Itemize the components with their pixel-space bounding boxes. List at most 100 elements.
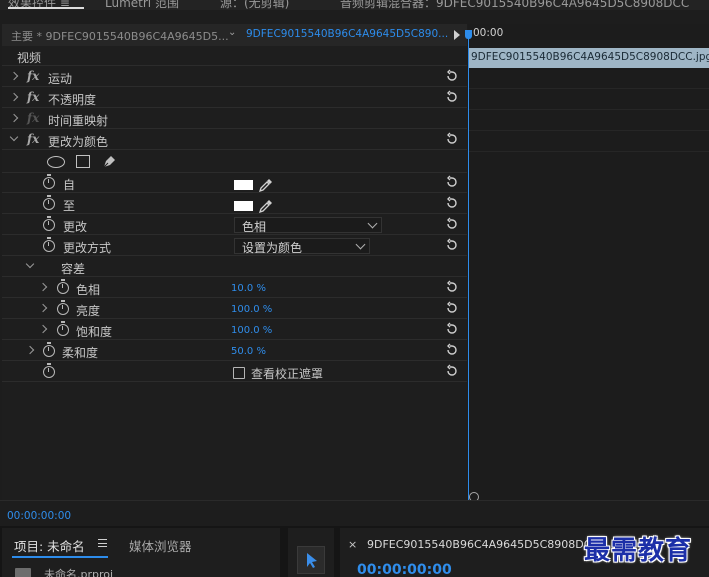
tab-sequence[interactable]: 9DFEC9015540B96C4A9645D5C8908DCC [367, 538, 599, 551]
param-to[interactable]: 至 [2, 194, 467, 214]
expand-caret-icon[interactable] [39, 282, 47, 292]
reset-icon[interactable] [445, 132, 459, 146]
collapse-caret-icon[interactable] [10, 134, 18, 144]
timeline-ruler-timecode: 00:00 [473, 27, 504, 39]
group-tolerance-label: 容差 [61, 262, 86, 276]
fx-icon[interactable]: fx [27, 132, 39, 146]
param-hue-label: 色相 [76, 283, 101, 297]
expand-caret-icon[interactable] [39, 324, 47, 334]
expand-caret-icon[interactable] [10, 71, 18, 81]
stopwatch-icon[interactable] [43, 237, 55, 252]
timeline-row-divider [468, 88, 709, 89]
param-change-by[interactable]: 更改方式 设置为颜色 [2, 236, 467, 256]
effect-change-to-color[interactable]: fx 更改为颜色 [2, 130, 467, 150]
ellipse-mask-icon[interactable] [47, 156, 65, 168]
project-panel: 项目: 未命名 媒体浏览器 未命名.prproj [2, 528, 280, 577]
reset-icon[interactable] [445, 217, 459, 231]
stopwatch-icon[interactable] [57, 321, 69, 336]
stopwatch-icon[interactable] [57, 279, 69, 294]
reset-icon[interactable] [445, 301, 459, 315]
tab-media-browser[interactable]: 媒体浏览器 [129, 536, 192, 555]
expand-caret-icon[interactable] [10, 92, 18, 102]
tab-project[interactable]: 项目: 未命名 [14, 536, 85, 555]
eyedropper-icon[interactable] [258, 198, 274, 214]
param-softness[interactable]: 柔和度 50.0 % [2, 341, 467, 361]
param-lightness-label: 亮度 [76, 304, 101, 318]
param-change-by-label: 更改方式 [63, 241, 112, 255]
collapse-caret-icon[interactable] [26, 261, 34, 271]
stopwatch-icon[interactable] [43, 342, 55, 357]
tools-panel [288, 528, 334, 577]
fx-icon[interactable]: fx [27, 90, 39, 104]
param-softness-label: 柔和度 [62, 346, 99, 360]
reset-icon[interactable] [445, 196, 459, 210]
tab-source[interactable]: 源：(无剪辑) [220, 0, 289, 10]
effect-motion[interactable]: fx 运动 [2, 67, 467, 87]
panel-menu-icon[interactable] [98, 539, 107, 547]
expand-caret-icon[interactable] [10, 113, 18, 123]
reset-icon[interactable] [445, 69, 459, 83]
softness-value[interactable]: 50.0 % [231, 346, 266, 357]
reset-icon[interactable] [445, 90, 459, 104]
selection-tool-button[interactable] [297, 546, 325, 574]
lightness-value[interactable]: 100.0 % [231, 304, 272, 315]
stopwatch-icon[interactable] [57, 300, 69, 315]
param-view-correction-matte[interactable]: 查看校正遮罩 [2, 362, 467, 382]
source-clip-label[interactable]: 主要 * 9DFEC9015540B96C4A9645D5... [11, 28, 229, 44]
stopwatch-icon[interactable] [43, 195, 55, 210]
param-lightness[interactable]: 亮度 100.0 % [2, 299, 467, 319]
timecode-bar: 00:00:00:00 [0, 500, 709, 526]
timeline-clip-bar[interactable]: 9DFEC9015540B96C4A9645D5C8908DCC.jpg [468, 48, 709, 68]
view-correction-matte-checkbox[interactable] [233, 367, 245, 379]
stopwatch-icon[interactable] [43, 216, 55, 231]
chevron-down-icon [355, 239, 366, 250]
param-change[interactable]: 更改 色相 [2, 215, 467, 235]
chevron-down-icon [367, 218, 378, 229]
eyedropper-icon[interactable] [258, 177, 274, 193]
playhead[interactable] [468, 36, 469, 500]
effect-opacity[interactable]: fx 不透明度 [2, 88, 467, 108]
sequence-clip-label[interactable]: 9DFEC9015540B96C4A9645D5C890... [246, 28, 448, 40]
pen-mask-icon[interactable] [101, 153, 118, 170]
chevron-down-icon[interactable]: ⌄ [228, 27, 236, 38]
reset-icon[interactable] [445, 238, 459, 252]
mask-tools-row [2, 151, 467, 173]
reset-icon[interactable] [445, 364, 459, 378]
effect-timeline-panel[interactable]: 00:00 9DFEC9015540B96C4A9645D5C8908DCC.j… [465, 24, 709, 502]
expand-caret-icon[interactable] [39, 303, 47, 313]
reset-icon[interactable] [445, 280, 459, 294]
effect-motion-label: 运动 [48, 72, 73, 86]
from-color-swatch[interactable] [234, 180, 253, 190]
active-tab-underline [12, 556, 108, 558]
effect-time-remap[interactable]: fx 时间重映射 [2, 109, 467, 129]
reset-icon[interactable] [445, 343, 459, 357]
tab-lumetri-scopes[interactable]: Lumetri 范围 [105, 0, 179, 10]
param-from-label: 自 [63, 178, 76, 192]
effect-time-remap-label: 时间重映射 [48, 114, 109, 128]
stopwatch-icon[interactable] [43, 174, 55, 189]
arrow-cursor-icon [307, 553, 317, 568]
effect-opacity-label: 不透明度 [48, 93, 97, 107]
saturation-value[interactable]: 100.0 % [231, 325, 272, 336]
param-from[interactable]: 自 [2, 173, 467, 193]
hue-value[interactable]: 10.0 % [231, 283, 266, 294]
param-saturation[interactable]: 饱和度 100.0 % [2, 320, 467, 340]
to-color-swatch[interactable] [234, 201, 253, 211]
tab-audio-clip-mixer[interactable]: 音频剪辑混合器：9DFEC9015540B96C4A9645D5C8908DCC [340, 0, 689, 10]
reset-icon[interactable] [445, 322, 459, 336]
fx-icon[interactable]: fx [27, 69, 39, 83]
project-file-name[interactable]: 未命名.prproj [44, 566, 113, 577]
change-dropdown[interactable]: 色相 [234, 217, 382, 234]
stopwatch-icon[interactable] [43, 363, 55, 378]
param-hue[interactable]: 色相 10.0 % [2, 278, 467, 298]
close-icon[interactable]: × [348, 538, 357, 551]
rectangle-mask-icon[interactable] [76, 155, 90, 168]
current-timecode[interactable]: 00:00:00:00 [7, 510, 71, 522]
playhead-handle[interactable] [465, 30, 472, 39]
change-by-dropdown-value: 设置为颜色 [242, 241, 303, 255]
change-by-dropdown[interactable]: 设置为颜色 [234, 238, 370, 255]
sequence-timecode[interactable]: 00:00:00:00 [357, 562, 452, 577]
group-tolerance[interactable]: 容差 [2, 257, 467, 277]
expand-caret-icon[interactable] [26, 345, 34, 355]
reset-icon[interactable] [445, 175, 459, 189]
